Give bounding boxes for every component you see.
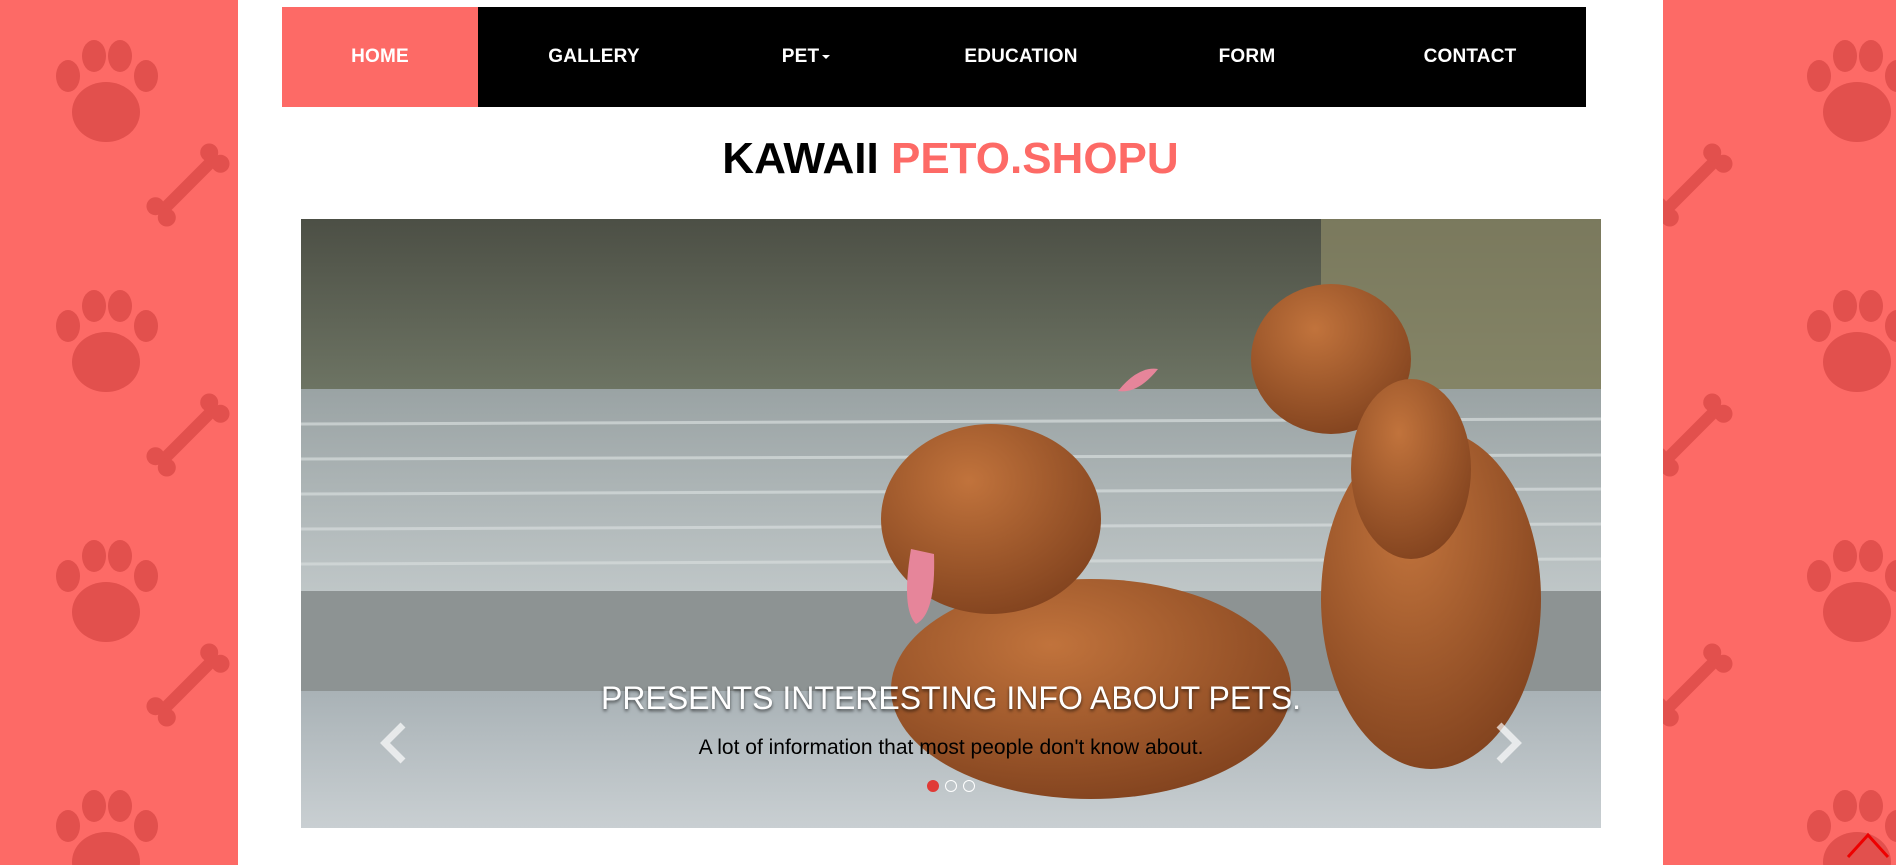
bone-icon — [1663, 143, 1733, 227]
left-pattern-panel — [0, 0, 238, 865]
site-title-part2: PETO.SHOPU — [890, 134, 1179, 183]
bone-icon — [1663, 393, 1733, 477]
carousel-caption-text: A lot of information that most people do… — [698, 736, 1204, 759]
nav-item-pet-dropdown[interactable]: PET — [710, 7, 902, 107]
main-content: HOME GALLERY PET EDUCATION FORM CONTACT … — [238, 0, 1663, 865]
paw-pattern — [56, 40, 230, 865]
nav-item-form[interactable]: FORM — [1140, 7, 1354, 107]
nav-item-label: GALLERY — [548, 46, 640, 67]
top-navbar: HOME GALLERY PET EDUCATION FORM CONTACT — [282, 7, 1586, 107]
paw-pattern — [1663, 40, 1896, 865]
hero-carousel[interactable]: PRESENTS INTERESTING INFO ABOUT PETS. A … — [301, 219, 1601, 828]
site-title-part1: KAWAII — [722, 134, 879, 183]
nav-item-contact[interactable]: CONTACT — [1354, 7, 1586, 107]
paw-icon — [56, 40, 158, 142]
paw-icon — [56, 290, 158, 392]
paw-icon — [56, 540, 158, 642]
nav-item-label: CONTACT — [1423, 46, 1517, 67]
right-pattern-panel — [1663, 0, 1896, 865]
nav-item-label: HOME — [351, 46, 409, 67]
nav-item-label: EDUCATION — [964, 46, 1078, 67]
scroll-to-top-button[interactable] — [1846, 829, 1890, 859]
nav-item-home[interactable]: HOME — [282, 7, 478, 107]
bone-icon — [1663, 643, 1733, 727]
caret-down-icon — [822, 55, 831, 59]
nav-item-education[interactable]: EDUCATION — [902, 7, 1140, 107]
paw-icon — [1807, 290, 1896, 392]
carousel-indicator-2[interactable] — [945, 780, 957, 792]
bone-icon — [146, 643, 230, 727]
chevron-up-icon — [1846, 832, 1890, 859]
nav-item-label: PET — [781, 46, 820, 67]
nav-item-gallery[interactable]: GALLERY — [478, 7, 710, 107]
carousel-indicator-3[interactable] — [963, 780, 975, 792]
bone-icon — [146, 143, 230, 227]
carousel-indicators — [301, 780, 1601, 792]
site-title: KAWAII PETO.SHOPU — [238, 134, 1663, 184]
nav-item-label: FORM — [1218, 46, 1276, 67]
paw-icon — [1807, 540, 1896, 642]
carousel-caption-heading: PRESENTS INTERESTING INFO ABOUT PETS. — [601, 680, 1301, 716]
carousel-indicator-1[interactable] — [927, 780, 939, 792]
paw-icon — [1807, 40, 1896, 142]
bone-icon — [146, 393, 230, 477]
paw-icon — [56, 790, 158, 865]
